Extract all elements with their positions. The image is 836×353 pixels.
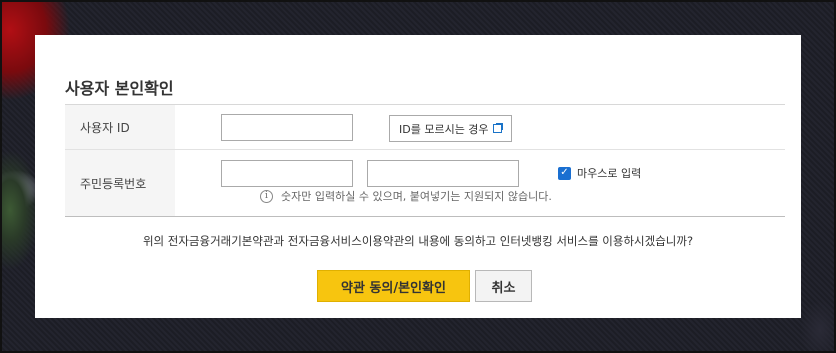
resident-number-back-input[interactable] xyxy=(367,160,519,187)
verification-form: 사용자 ID ID를 모르시는 경우 주민등록번호 - ✓ 마우스로 입력 xyxy=(65,104,785,217)
input-hint-text: 숫자만 입력하실 수 있으며, 붙여넣기는 지원되지 않습니다. xyxy=(281,190,552,203)
resident-number-field-cell: - ✓ 마우스로 입력 i 숫자만 입력하실 수 있으며, 붙여넣기는 지원되지… xyxy=(175,150,785,216)
user-id-field-cell: ID를 모르시는 경우 xyxy=(175,105,785,149)
identity-verification-dialog: 사용자 본인확인 사용자 ID ID를 모르시는 경우 주민등록번호 - ✓ 마… xyxy=(35,35,801,318)
resident-number-front-input[interactable] xyxy=(221,160,353,187)
resident-number-row: 주민등록번호 - ✓ 마우스로 입력 i 숫자만 입력하실 수 있으며, 붙여넣… xyxy=(65,149,785,216)
external-link-icon xyxy=(492,123,503,133)
dialog-title: 사용자 본인확인 xyxy=(65,79,174,98)
checkmark-icon: ✓ xyxy=(558,166,571,180)
agreement-question: 위의 전자금융거래기본약관과 전자금융서비스이용약관의 내용에 동의하고 인터넷… xyxy=(142,234,694,248)
cancel-button[interactable]: 취소 xyxy=(475,270,532,302)
resident-number-label: 주민등록번호 xyxy=(65,150,175,216)
find-id-button[interactable]: ID를 모르시는 경우 xyxy=(389,115,512,142)
agree-and-verify-button[interactable]: 약관 동의/본인확인 xyxy=(317,270,470,302)
info-icon: i xyxy=(260,189,273,203)
user-id-input[interactable] xyxy=(221,114,353,141)
user-id-row: 사용자 ID ID를 모르시는 경우 xyxy=(65,105,785,149)
mouse-input-label: 마우스로 입력 xyxy=(577,167,642,180)
user-id-label: 사용자 ID xyxy=(65,105,175,149)
find-id-button-label: ID를 모르시는 경우 xyxy=(399,122,489,136)
input-hint: i 숫자만 입력하실 수 있으며, 붙여넣기는 지원되지 않습니다. xyxy=(260,188,552,204)
mouse-input-checkbox[interactable]: ✓ 마우스로 입력 xyxy=(558,165,641,181)
